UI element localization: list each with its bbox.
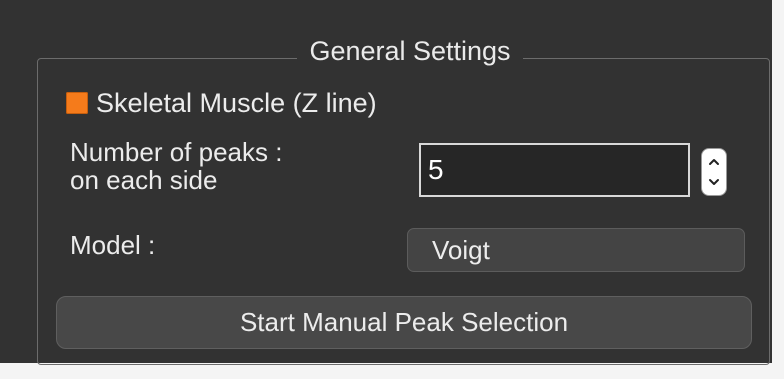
settings-panel: General Settings Skeletal Muscle (Z line…: [0, 0, 772, 365]
skeletal-muscle-checkbox[interactable]: [66, 92, 88, 114]
number-of-peaks-label: Number of peaks : on each side: [70, 138, 282, 194]
general-settings-title-text: General Settings: [297, 36, 523, 66]
model-select[interactable]: Voigt: [407, 228, 745, 272]
model-label: Model :: [70, 230, 156, 260]
number-of-peaks-stepper[interactable]: [701, 148, 727, 196]
general-settings-title: General Settings: [0, 34, 784, 68]
chevron-down-icon[interactable]: [701, 172, 727, 192]
number-of-peaks-input[interactable]: 5: [419, 143, 690, 197]
number-of-peaks-label-line2: on each side: [70, 165, 218, 195]
chevron-up-icon[interactable]: [701, 152, 727, 172]
skeletal-muscle-checkbox-row[interactable]: Skeletal Muscle (Z line): [66, 85, 377, 121]
number-of-peaks-label-line1: Number of peaks :: [70, 137, 283, 167]
start-manual-peak-selection-button[interactable]: Start Manual Peak Selection: [56, 296, 752, 349]
skeletal-muscle-label[interactable]: Skeletal Muscle (Z line): [96, 88, 377, 119]
